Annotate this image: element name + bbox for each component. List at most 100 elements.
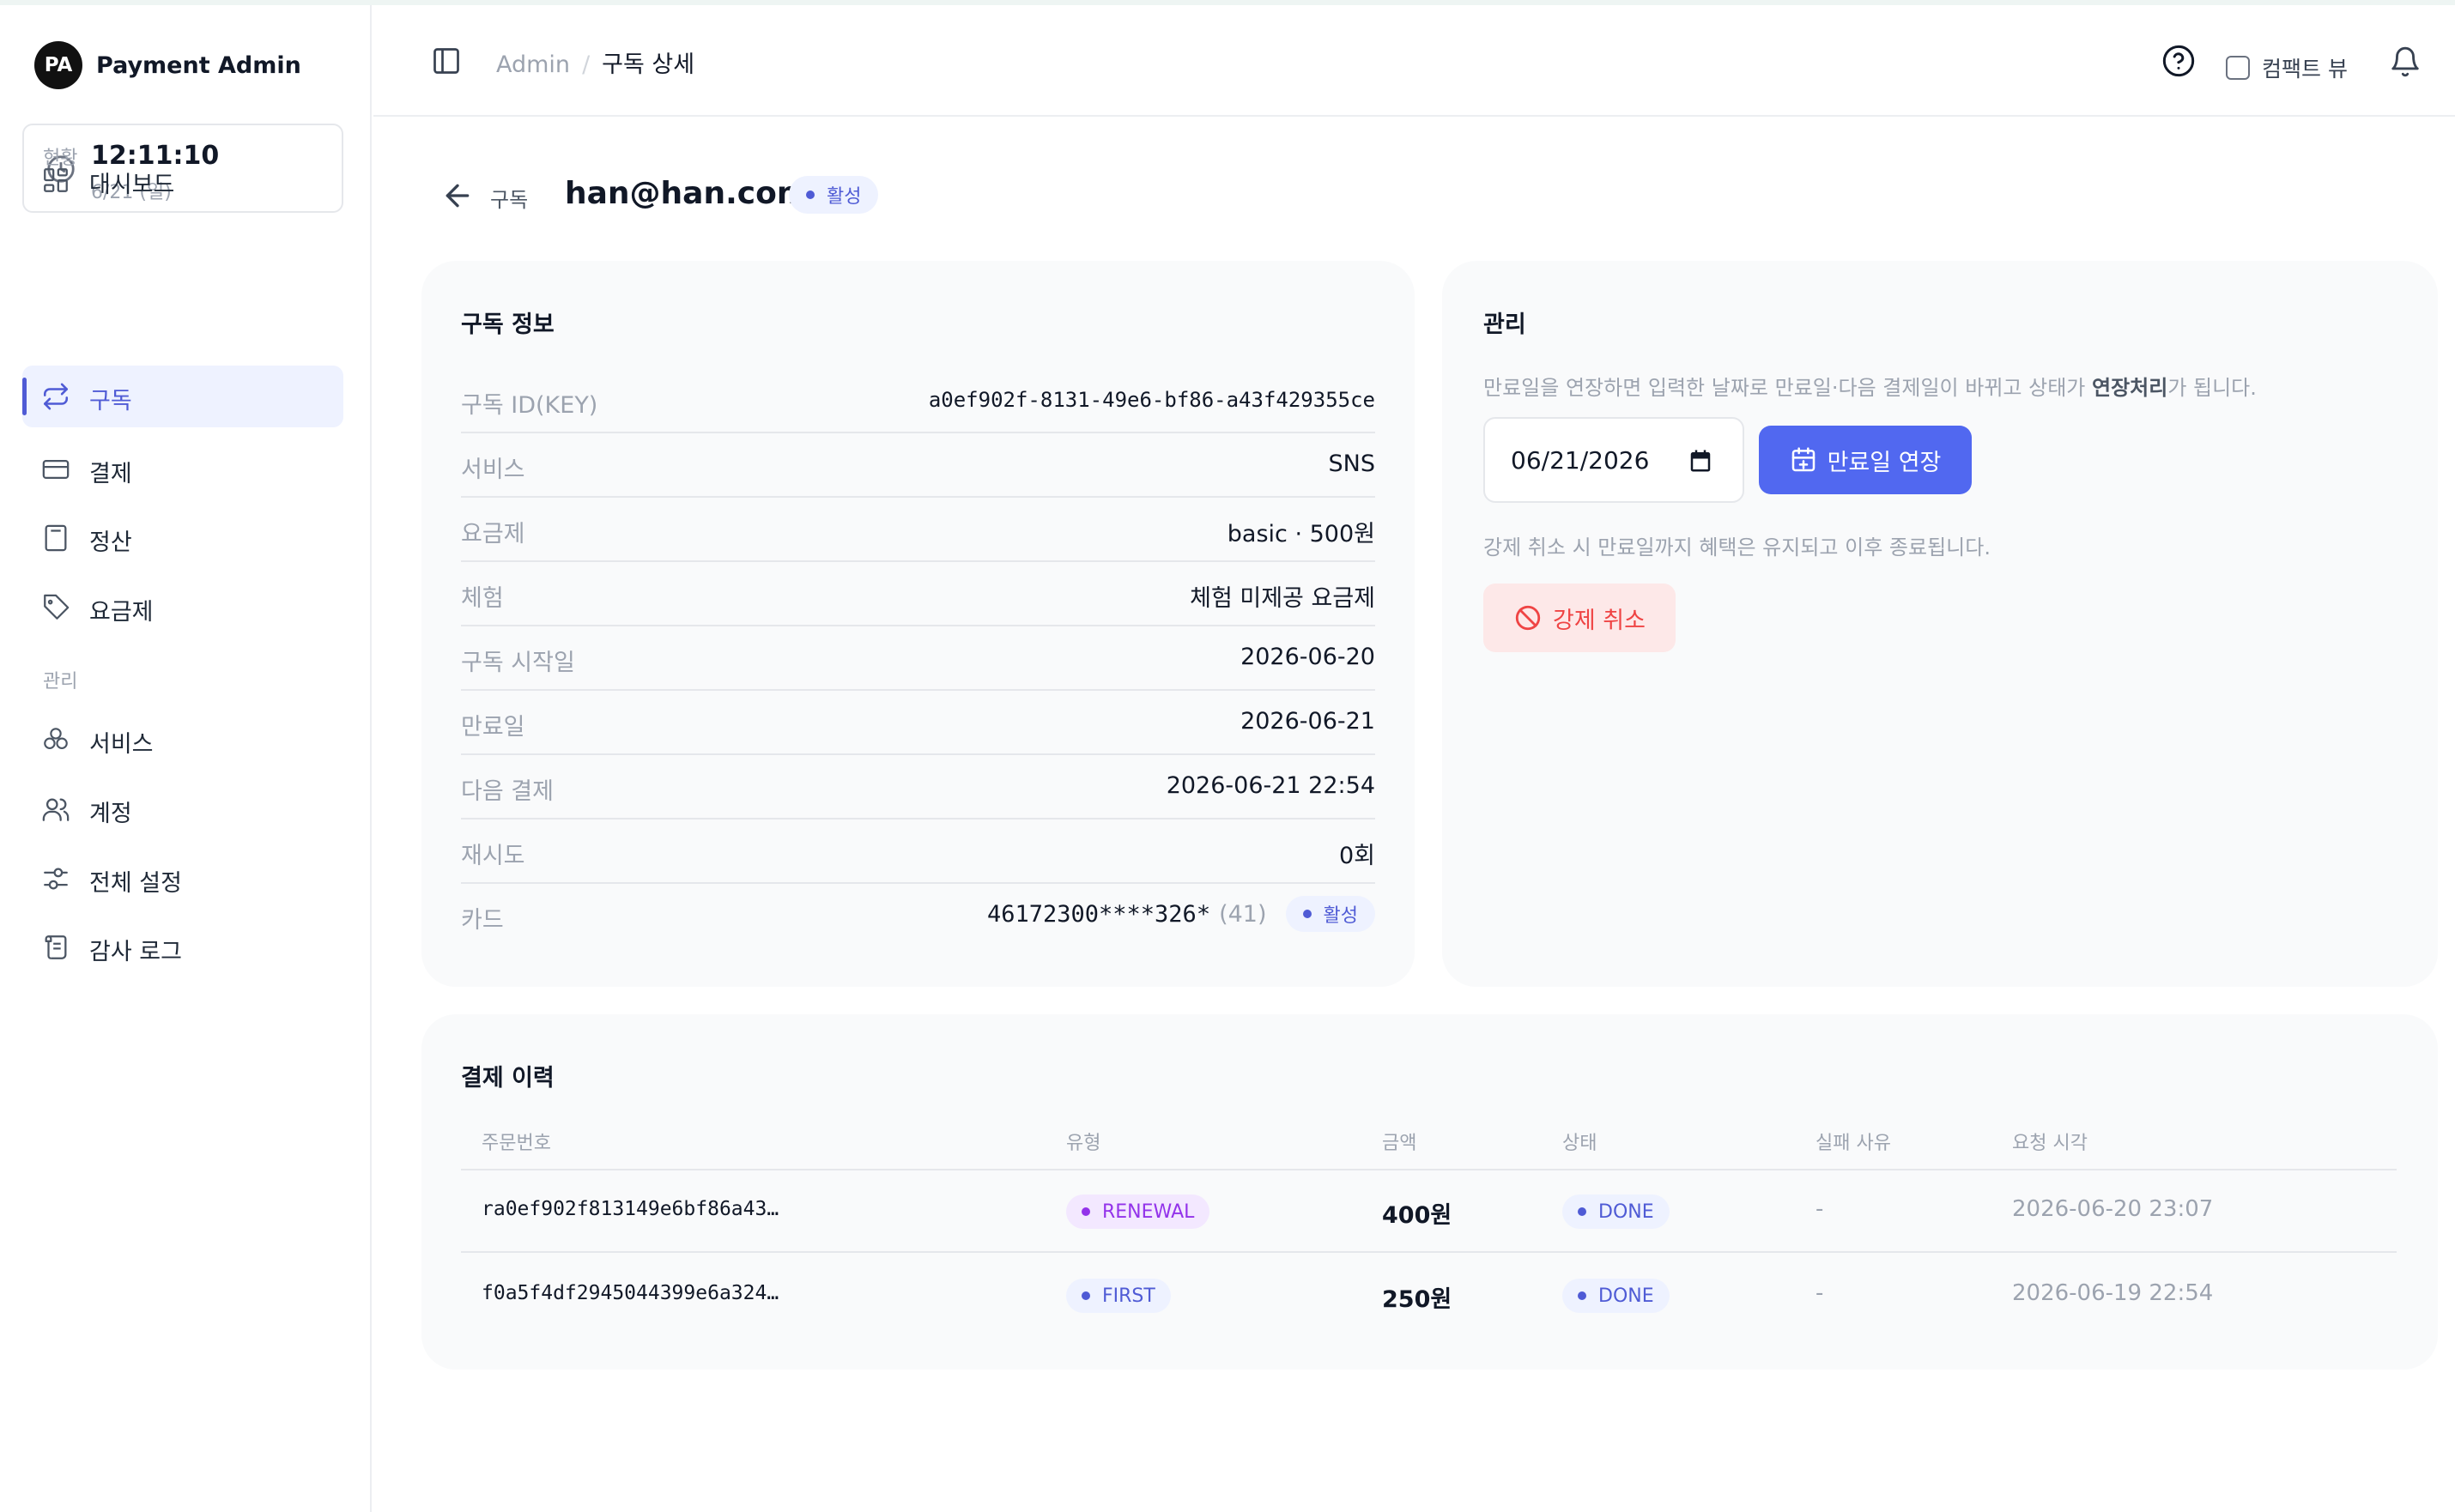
table-row[interactable]: ra0ef902f813149e6bf86a43… RENEWAL 400원 D…: [461, 1170, 2397, 1253]
extend-desc-bold: 연장처리: [2091, 376, 2168, 400]
expiry-date-input[interactable]: 06/21/2026: [1483, 417, 1744, 503]
type-cell: FIRST: [1066, 1279, 1171, 1313]
card-count: (41): [1219, 900, 1267, 928]
back-link[interactable]: 구독: [490, 183, 528, 213]
extend-description: 만료일을 연장하면 입력한 날짜로 만료일·다음 결제일이 바뀌고 상태가 연장…: [1483, 371, 2257, 401]
sidebar-toggle-icon[interactable]: [431, 45, 462, 76]
breadcrumb-root[interactable]: Admin: [496, 51, 570, 78]
ban-icon: [1515, 605, 1541, 631]
requested-at: 2026-06-20 23:07: [2012, 1196, 2214, 1222]
column-header-failure-reason[interactable]: 실패 사유: [1815, 1128, 1891, 1155]
failure-reason: -: [1815, 1196, 1824, 1222]
calculator-icon: [45, 524, 67, 552]
order-number: ra0ef902f813149e6bf86a43…: [482, 1198, 779, 1220]
info-key: 요금제: [461, 521, 525, 547]
column-header-order[interactable]: 주문번호: [482, 1128, 551, 1155]
status-dot: [1578, 1291, 1586, 1300]
column-header-amount[interactable]: 금액: [1382, 1128, 1416, 1155]
info-value: 체험 미제공 요금제: [1190, 585, 1375, 612]
sidebar-item-label: 전체 설정: [89, 870, 182, 897]
sidebar-item-accounts[interactable]: 계정: [22, 778, 343, 840]
type-badge: FIRST: [1066, 1279, 1171, 1313]
info-value: basic · 500원: [1227, 521, 1375, 547]
info-key: 다음 결제: [461, 778, 554, 805]
brand-name: Payment Admin: [96, 51, 301, 79]
type-label: RENEWAL: [1102, 1201, 1195, 1223]
card-status-badge: 활성: [1285, 896, 1375, 932]
calendar-icon[interactable]: [1688, 448, 1713, 474]
payment-history-card: 결제 이력 주문번호 유형 금액 상태 실패 사유 요청 시각 ra0ef902…: [421, 1014, 2438, 1370]
info-value: 2026-06-20: [1240, 644, 1375, 670]
sidebar-item-label: 감사 로그: [89, 939, 182, 965]
order-number: f0a5f4df2945044399e6a324…: [482, 1282, 779, 1304]
info-row-trial: 체험 체험 미제공 요금제: [461, 562, 1375, 626]
info-key: 서비스: [461, 457, 525, 483]
info-key: 카드: [461, 907, 504, 934]
type-badge: RENEWAL: [1066, 1194, 1210, 1229]
cancel-description: 강제 취소 시 만료일까지 혜택은 유지되고 이후 종료됩니다.: [1483, 535, 1991, 559]
subscription-info-card: 구독 정보 구독 ID(KEY) a0ef902f-8131-49e6-bf86…: [421, 261, 1415, 987]
back-arrow-icon[interactable]: [440, 178, 475, 213]
compact-view-checkbox[interactable]: [2226, 56, 2250, 80]
card-title: 관리: [1483, 311, 1526, 338]
credit-card-icon: [42, 459, 70, 480]
column-header-status[interactable]: 상태: [1562, 1128, 1597, 1155]
settings-sliders-icon: [44, 868, 68, 890]
info-key: 만료일: [461, 714, 525, 741]
date-value: 06/21/2026: [1511, 446, 1650, 475]
column-header-requested-at[interactable]: 요청 시각: [2012, 1128, 2088, 1155]
card-status-label: 활성: [1323, 905, 1358, 927]
info-value: a0ef902f-8131-49e6-bf86-a43f429355ce: [928, 388, 1375, 412]
manage-card: 관리 만료일을 연장하면 입력한 날짜로 만료일·다음 결제일이 바뀌고 상태가…: [1442, 261, 2438, 987]
status-badge: 활성: [789, 176, 879, 214]
extend-desc-text: 만료일을 연장하면 입력한 날짜로 만료일·다음 결제일이 바뀌고 상태가: [1483, 376, 2092, 400]
info-key: 재시도: [461, 843, 525, 869]
status-dot: [1302, 910, 1312, 918]
info-row-retry: 재시도 0회: [461, 820, 1375, 884]
status-cell: DONE: [1562, 1279, 1670, 1313]
cancel-button-label: 강제 취소: [1553, 607, 1646, 634]
sidebar-item-services[interactable]: 서비스: [22, 709, 343, 771]
sidebar-item-settings[interactable]: 전체 설정: [22, 848, 343, 910]
extend-expiry-button[interactable]: 만료일 연장: [1759, 426, 1972, 494]
sidebar-item-dashboard[interactable]: 대시보드: [22, 149, 343, 211]
status-dot: [806, 191, 815, 199]
info-row-expiry: 만료일 2026-06-21: [461, 691, 1375, 755]
amount: 250원: [1382, 1286, 1452, 1313]
status-cell: DONE: [1562, 1194, 1670, 1229]
scroll-icon: [45, 935, 67, 959]
table-row[interactable]: f0a5f4df2945044399e6a324… FIRST 250원 DON…: [461, 1255, 2397, 1337]
force-cancel-button[interactable]: 강제 취소: [1483, 584, 1676, 652]
extend-button-label: 만료일 연장: [1827, 449, 1942, 476]
sidebar-item-subscription[interactable]: 구독: [22, 366, 343, 427]
info-row-service: 서비스 SNS: [461, 433, 1375, 498]
card-title: 결제 이력: [461, 1065, 555, 1092]
brand-logo: PA: [34, 41, 82, 89]
bell-icon[interactable]: [2389, 45, 2422, 79]
breadcrumb-separator: /: [582, 51, 591, 78]
sidebar-item-audit-log[interactable]: 감사 로그: [22, 916, 343, 978]
column-header-type[interactable]: 유형: [1066, 1128, 1100, 1155]
type-cell: RENEWAL: [1066, 1194, 1210, 1229]
sidebar-item-plans[interactable]: 요금제: [22, 577, 343, 638]
sidebar: PA Payment Admin 12:11:10 6/21 (일) 현황 대시…: [0, 5, 372, 1512]
extend-desc-tail: 가 됩니다.: [2167, 376, 2257, 400]
status-dot: [1578, 1207, 1586, 1216]
sidebar-item-label: 서비스: [89, 731, 154, 758]
sidebar-item-label: 계정: [89, 801, 132, 827]
sidebar-item-label: 결제: [89, 461, 132, 487]
payment-status-label: DONE: [1598, 1285, 1654, 1307]
payment-status-badge: DONE: [1562, 1279, 1670, 1313]
sidebar-item-payment[interactable]: 결제: [22, 438, 343, 500]
card-title: 구독 정보: [461, 311, 555, 338]
payment-status-badge: DONE: [1562, 1194, 1670, 1229]
sidebar-item-settlement[interactable]: 정산: [22, 507, 343, 569]
brand[interactable]: PA Payment Admin: [34, 41, 301, 89]
compact-view-toggle[interactable]: 컴팩트 뷰: [2226, 52, 2348, 83]
dashboard-icon: [44, 168, 68, 192]
payment-status-label: DONE: [1598, 1201, 1654, 1223]
top-header: Admin / 구독 상세 컴팩트 뷰: [373, 5, 2455, 117]
tag-icon: [44, 594, 70, 620]
sidebar-item-label: 구독: [89, 388, 132, 414]
help-icon[interactable]: [2161, 44, 2196, 78]
